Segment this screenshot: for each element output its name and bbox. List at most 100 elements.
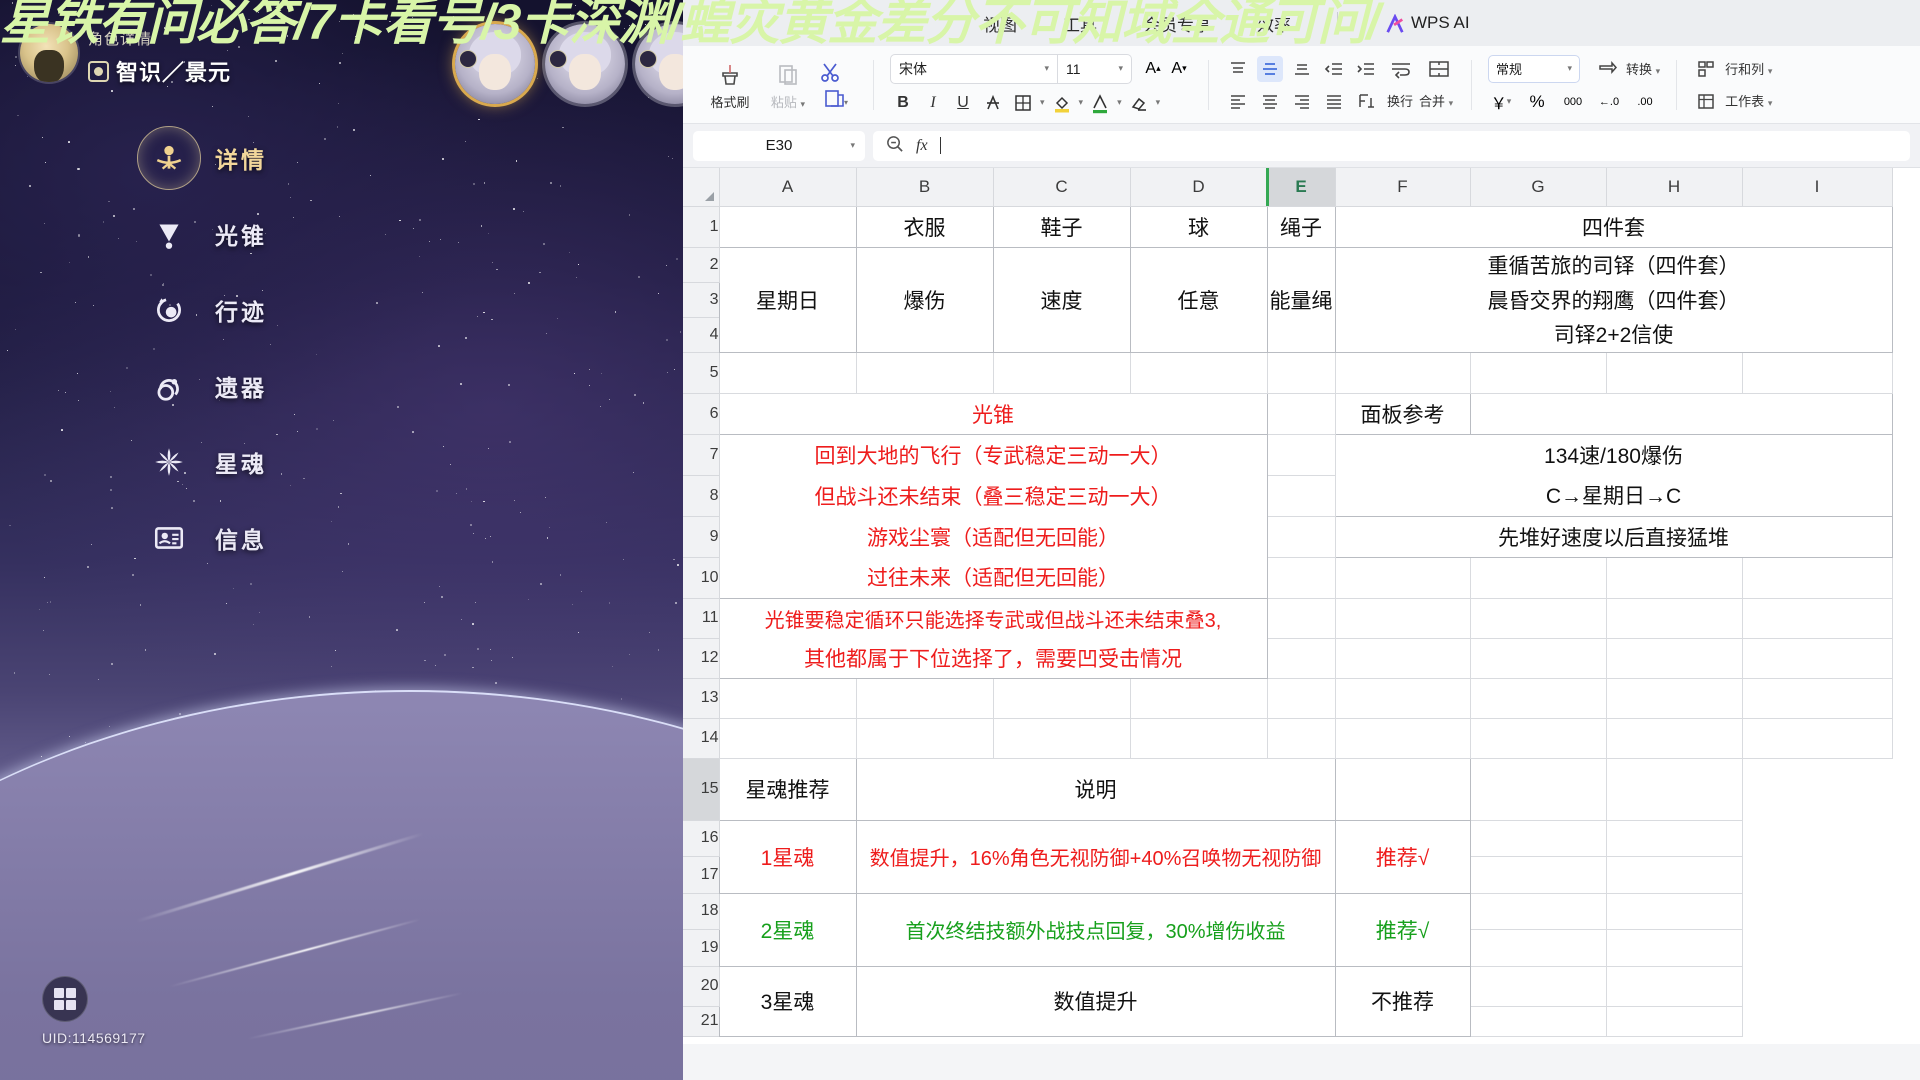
cell-G18-eidolon-2-rec[interactable]: 推荐√: [1335, 893, 1470, 966]
row-header[interactable]: 4: [683, 317, 719, 352]
row-header[interactable]: 21: [683, 1006, 719, 1036]
cell-F11[interactable]: [1335, 598, 1470, 638]
column-header-B[interactable]: B: [856, 168, 993, 206]
cell-G20-eidolon-3-rec[interactable]: 不推荐: [1335, 966, 1470, 1036]
cell-A14[interactable]: [719, 718, 856, 758]
cell-H5[interactable]: [1606, 352, 1742, 393]
cell-F6-panel-ref-title[interactable]: 面板参考: [1335, 393, 1470, 434]
cell-C5[interactable]: [993, 352, 1130, 393]
cell-I18[interactable]: [1606, 893, 1742, 929]
column-header-G[interactable]: G: [1470, 168, 1606, 206]
number-format-select[interactable]: 常规 ▾: [1488, 55, 1580, 83]
cell-H15[interactable]: [1470, 758, 1606, 820]
increase-indent-icon[interactable]: [1353, 56, 1379, 82]
table-row[interactable]: 13: [683, 678, 1892, 718]
cell-E13[interactable]: [1267, 678, 1335, 718]
align-bottom-icon[interactable]: [1289, 56, 1315, 82]
merge-label[interactable]: 合并 ▾: [1419, 91, 1453, 110]
cell-F12[interactable]: [1335, 638, 1470, 678]
font-color-icon[interactable]: [1087, 90, 1113, 116]
cell-G6[interactable]: [1470, 393, 1892, 434]
team-portrait-list[interactable]: [455, 24, 683, 104]
justify-icon[interactable]: [1321, 88, 1347, 114]
cell-D14[interactable]: [1130, 718, 1267, 758]
cell-G14[interactable]: [1470, 718, 1606, 758]
cell-G13[interactable]: [1470, 678, 1606, 718]
row-header[interactable]: 17: [683, 856, 719, 893]
row-header[interactable]: 13: [683, 678, 719, 718]
increase-decimal-icon[interactable]: .00: [1632, 89, 1658, 115]
cell-F13[interactable]: [1335, 678, 1470, 718]
cell-E14[interactable]: [1267, 718, 1335, 758]
cell-E6[interactable]: [1267, 393, 1335, 434]
table-row[interactable]: 15 星魂推荐 说明: [683, 758, 1892, 820]
increase-font-size-icon[interactable]: A ▴: [1140, 56, 1166, 82]
menu-item-member[interactable]: 会员专享: [1143, 11, 1211, 36]
cell-A18-eidolon-2-name[interactable]: 2星魂: [719, 893, 856, 966]
table-row[interactable]: 12 其他都属于下位选择了，需要凹受击情况: [683, 638, 1892, 678]
cell-G5[interactable]: [1470, 352, 1606, 393]
row-header[interactable]: 7: [683, 434, 719, 475]
row-header[interactable]: 16: [683, 820, 719, 856]
cell-D2-merged[interactable]: 任意: [1130, 247, 1267, 352]
sidebar-item-lightcone[interactable]: 光锥: [145, 196, 267, 272]
wrap-text-icon[interactable]: [1385, 56, 1417, 82]
cell-D13[interactable]: [1130, 678, 1267, 718]
menu-item-view[interactable]: 视图: [983, 11, 1017, 36]
worksheet-icon[interactable]: [1693, 88, 1719, 114]
sidebar-item-relics[interactable]: 遗器: [145, 348, 267, 424]
sidebar-item-details[interactable]: 详情: [145, 120, 267, 196]
convert-icon[interactable]: [1594, 56, 1620, 82]
font-size-select[interactable]: 11 ▾: [1058, 54, 1132, 84]
cell-G12[interactable]: [1470, 638, 1606, 678]
cell-A7-lightcone-1[interactable]: 回到大地的飞行（专武稳定三动一大）: [719, 434, 1267, 475]
cell-A2-merged[interactable]: 星期日: [719, 247, 856, 352]
row-header[interactable]: 14: [683, 718, 719, 758]
row-header[interactable]: 18: [683, 893, 719, 929]
table-row[interactable]: 14: [683, 718, 1892, 758]
cell-B18-eidolon-2-desc[interactable]: 首次终结技额外战技点回复，30%增伤收益: [856, 893, 1335, 966]
search-icon[interactable]: [885, 134, 904, 158]
cell-H20[interactable]: [1470, 966, 1606, 1006]
cell-I10[interactable]: [1742, 557, 1892, 598]
name-box[interactable]: E30 ▾: [693, 131, 865, 161]
row-header[interactable]: 1: [683, 206, 719, 247]
decrease-decimal-icon[interactable]: ←.0: [1596, 89, 1622, 115]
cell-F7-panel-ref-1[interactable]: 134速/180爆伤: [1335, 434, 1892, 475]
wps-ai-button[interactable]: WPS AI: [1384, 13, 1470, 33]
cell-F3-set-line-2[interactable]: 晨昏交界的翔鹰（四件套）: [1335, 282, 1892, 317]
table-row[interactable]: 8 但战斗还未结束（叠三稳定三动一大） C→星期日→C: [683, 475, 1892, 516]
cell-F10[interactable]: [1335, 557, 1470, 598]
bold-button[interactable]: B: [890, 90, 916, 116]
cell-A20-eidolon-3-name[interactable]: 3星魂: [719, 966, 856, 1036]
cell-H13[interactable]: [1606, 678, 1742, 718]
row-header[interactable]: 2: [683, 247, 719, 282]
strikethrough-icon[interactable]: [980, 90, 1006, 116]
cell-B15-desc-header[interactable]: 说明: [856, 758, 1335, 820]
row-header[interactable]: 15: [683, 758, 719, 820]
cell-F9-panel-ref-3[interactable]: 先堆好速度以后直接猛堆: [1335, 516, 1892, 557]
cell-B2-merged[interactable]: 爆伤: [856, 247, 993, 352]
sidebar-item-info[interactable]: 信息: [145, 500, 267, 576]
chevron-down-icon[interactable]: ▾: [1156, 97, 1161, 108]
text-direction-icon[interactable]: [1353, 88, 1379, 114]
cell-A16-eidolon-1-name[interactable]: 1星魂: [719, 820, 856, 893]
fill-color-icon[interactable]: [1049, 90, 1075, 116]
row-header[interactable]: 11: [683, 598, 719, 638]
menu-item-tools[interactable]: 工具: [1063, 11, 1097, 36]
table-row[interactable]: 6 光锥 面板参考: [683, 393, 1892, 434]
cell-C13[interactable]: [993, 678, 1130, 718]
cell-A10-lightcone-4[interactable]: 过往未来（适配但无回能）: [719, 557, 1267, 598]
cell-G11[interactable]: [1470, 598, 1606, 638]
column-header-A[interactable]: A: [719, 168, 856, 206]
column-header-row[interactable]: A B C D E F G H I: [683, 168, 1892, 206]
align-left-icon[interactable]: [1225, 88, 1251, 114]
cell-E12[interactable]: [1267, 638, 1335, 678]
cell-E5[interactable]: [1267, 352, 1335, 393]
cell-I20[interactable]: [1606, 966, 1742, 1006]
cell-A12-note-2[interactable]: 其他都属于下位选择了，需要凹受击情况: [719, 638, 1267, 678]
cell-H11[interactable]: [1606, 598, 1742, 638]
row-header[interactable]: 10: [683, 557, 719, 598]
cell-H14[interactable]: [1606, 718, 1742, 758]
team-portrait-1[interactable]: [455, 24, 535, 104]
